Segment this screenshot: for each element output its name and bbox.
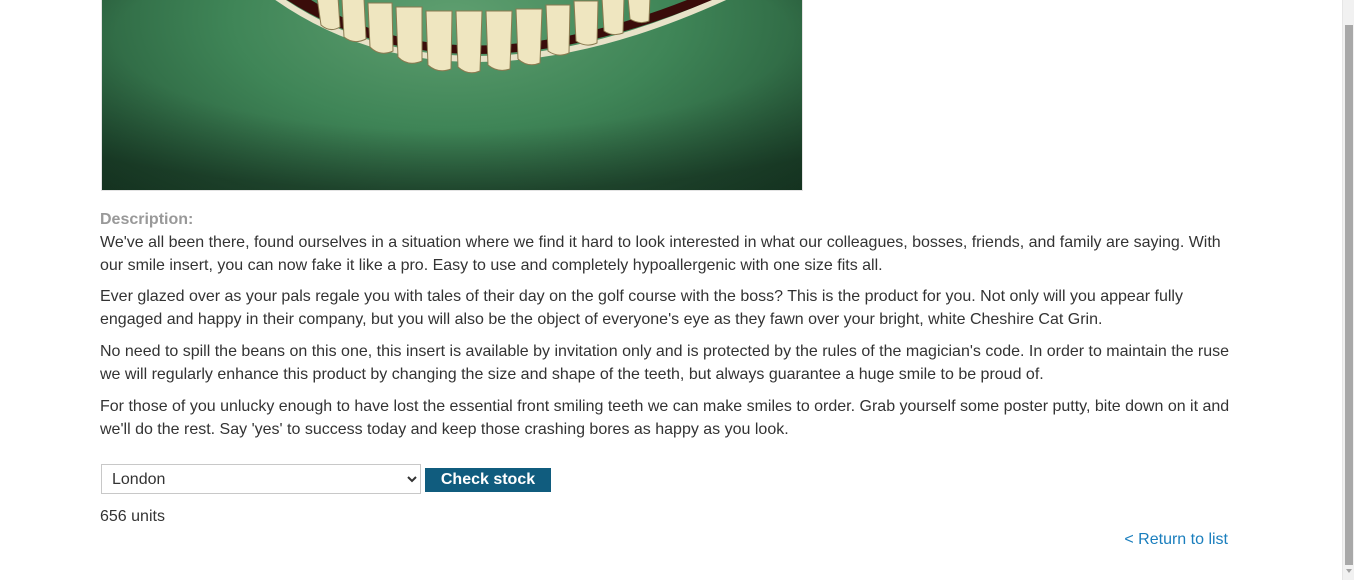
check-stock-button[interactable]: Check stock [425, 468, 551, 492]
vertical-scrollbar[interactable] [1342, 0, 1354, 580]
store-select[interactable]: London [101, 464, 421, 494]
description-paragraph: No need to spill the beans on this one, … [100, 343, 1230, 383]
description-label: Description: [100, 211, 194, 228]
product-image [101, 0, 803, 191]
description-paragraph: Ever glazed over as your pals regale you… [100, 288, 1183, 328]
stock-result: 656 units [100, 508, 165, 525]
scrollbar-thumb[interactable] [1345, 25, 1353, 565]
scroll-down-arrow-icon[interactable] [1346, 569, 1352, 573]
description-paragraph: For those of you unlucky enough to have … [100, 398, 1230, 438]
product-page: Description: We've all been there, found… [0, 0, 1342, 580]
return-to-list-link[interactable]: < Return to list [1124, 531, 1228, 549]
description-paragraph: We've all been there, found ourselves in… [100, 234, 1221, 274]
